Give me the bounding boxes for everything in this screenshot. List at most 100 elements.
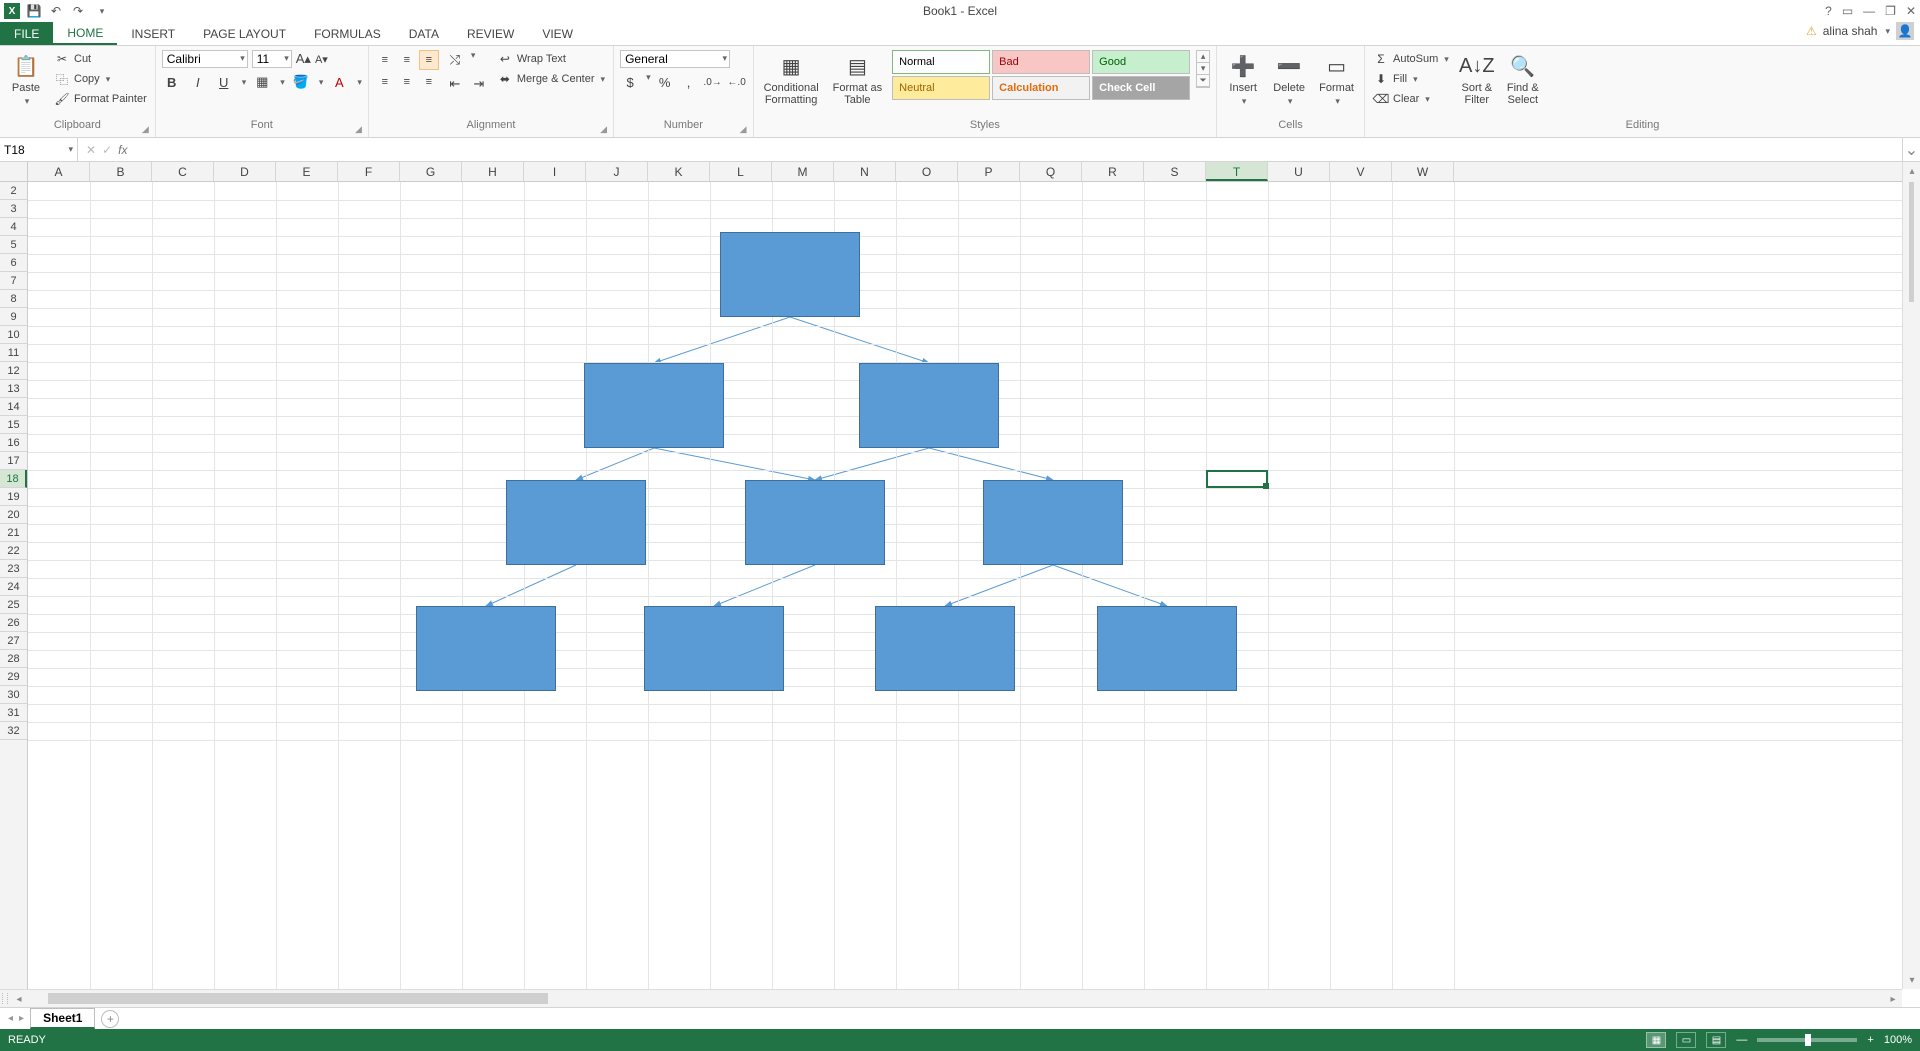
row-header[interactable]: 19	[0, 488, 27, 506]
row-header[interactable]: 29	[0, 668, 27, 686]
row-header[interactable]: 12	[0, 362, 27, 380]
qat-customize-icon[interactable]: ▾	[94, 3, 110, 19]
fill-button[interactable]: ⬇Fill▾	[1371, 70, 1451, 88]
undo-icon[interactable]: ↶	[48, 3, 64, 19]
row-header[interactable]: 17	[0, 452, 27, 470]
wrap-text-button[interactable]: ↩Wrap Text	[495, 50, 607, 68]
row-header[interactable]: 15	[0, 416, 27, 434]
sheet-nav[interactable]: ◂▸	[8, 1013, 24, 1024]
zoom-level[interactable]: 100%	[1884, 1034, 1912, 1046]
row-header[interactable]: 16	[0, 434, 27, 452]
diagram-box[interactable]	[720, 232, 860, 317]
tab-file[interactable]: FILE	[0, 22, 53, 45]
italic-button[interactable]: I	[188, 72, 208, 92]
paste-button[interactable]: 📋 Paste ▾	[6, 50, 46, 109]
row-header[interactable]: 8	[0, 290, 27, 308]
diagram-box[interactable]	[644, 606, 784, 691]
diagram-box[interactable]	[875, 606, 1015, 691]
increase-decimal-icon[interactable]: .0→	[703, 72, 723, 92]
cancel-formula-icon[interactable]: ✕	[86, 143, 96, 157]
style-bad[interactable]: Bad	[992, 50, 1090, 74]
fill-color-icon[interactable]: 🪣	[291, 72, 311, 92]
bold-button[interactable]: B	[162, 72, 182, 92]
vertical-scrollbar[interactable]: ▴ ▾	[1902, 162, 1920, 989]
copy-button[interactable]: ⿻Copy▾	[52, 70, 149, 88]
style-good[interactable]: Good	[1092, 50, 1190, 74]
style-normal[interactable]: Normal	[892, 50, 990, 74]
row-header[interactable]: 30	[0, 686, 27, 704]
scroll-right-icon[interactable]: ▸	[1884, 990, 1902, 1008]
column-header[interactable]: O	[896, 162, 958, 181]
row-header[interactable]: 31	[0, 704, 27, 722]
style-neutral[interactable]: Neutral	[892, 76, 990, 100]
row-header[interactable]: 4	[0, 218, 27, 236]
account-dropdown-icon[interactable]: ▾	[1885, 26, 1890, 37]
autosum-button[interactable]: ΣAutoSum▾	[1371, 50, 1451, 68]
align-right-icon[interactable]: ≡	[419, 72, 439, 92]
row-header[interactable]: 23	[0, 560, 27, 578]
account-area[interactable]: ⚠ alina shah ▾ 👤	[1806, 22, 1914, 40]
view-page-layout-icon[interactable]: ▭	[1676, 1032, 1696, 1048]
fx-icon[interactable]: fx	[118, 143, 127, 157]
row-header[interactable]: 10	[0, 326, 27, 344]
column-header[interactable]: A	[28, 162, 90, 181]
find-select-button[interactable]: 🔍Find & Select	[1503, 50, 1543, 108]
row-header[interactable]: 11	[0, 344, 27, 362]
paste-dropdown-icon[interactable]: ▾	[25, 96, 30, 107]
view-page-break-icon[interactable]: ▤	[1706, 1032, 1726, 1048]
hscroll-split-handle[interactable]	[2, 993, 8, 1004]
column-header[interactable]: T	[1206, 162, 1268, 181]
diagram-box[interactable]	[506, 480, 646, 565]
cell-styles-gallery[interactable]: Normal Bad Good Neutral Calculation Chec…	[892, 50, 1190, 100]
format-as-table-button[interactable]: ▤Format as Table	[829, 50, 887, 108]
name-box[interactable]: T18▾	[0, 138, 78, 161]
new-sheet-button[interactable]: +	[101, 1010, 119, 1028]
style-check-cell[interactable]: Check Cell	[1092, 76, 1190, 100]
expand-formula-bar-icon[interactable]: ⌄	[1902, 138, 1920, 161]
diagram-box[interactable]	[983, 480, 1123, 565]
zoom-slider[interactable]	[1757, 1038, 1857, 1042]
column-header[interactable]: K	[648, 162, 710, 181]
clear-button[interactable]: ⌫Clear▾	[1371, 90, 1451, 108]
styles-gallery-scroll[interactable]: ▴▾⏷	[1196, 50, 1210, 88]
ribbon-options-icon[interactable]: ▭	[1842, 4, 1853, 18]
row-header[interactable]: 5	[0, 236, 27, 254]
shrink-font-icon[interactable]: A▾	[315, 53, 328, 66]
row-header[interactable]: 25	[0, 596, 27, 614]
font-name-combo[interactable]: Calibri▾	[162, 50, 248, 68]
vscroll-thumb[interactable]	[1909, 182, 1914, 302]
row-header[interactable]: 13	[0, 380, 27, 398]
accounting-icon[interactable]: $	[620, 72, 640, 92]
row-header[interactable]: 18	[0, 470, 27, 488]
row-header[interactable]: 27	[0, 632, 27, 650]
hscroll-thumb[interactable]	[48, 993, 548, 1004]
diagram-arrow[interactable]	[654, 317, 790, 363]
zoom-knob[interactable]	[1805, 1034, 1811, 1046]
restore-icon[interactable]: ❐	[1885, 4, 1896, 18]
minimize-icon[interactable]: —	[1863, 4, 1875, 18]
column-header[interactable]: D	[214, 162, 276, 181]
sheet-tab-sheet1[interactable]: Sheet1	[30, 1008, 95, 1029]
merge-center-button[interactable]: ⬌Merge & Center▾	[495, 70, 607, 88]
formula-input[interactable]	[135, 138, 1902, 161]
number-format-combo[interactable]: General▾	[620, 50, 730, 68]
scroll-down-icon[interactable]: ▾	[1903, 971, 1920, 989]
tab-view[interactable]: VIEW	[528, 22, 587, 45]
save-icon[interactable]: 💾	[26, 3, 42, 19]
row-header[interactable]: 3	[0, 200, 27, 218]
tab-data[interactable]: DATA	[395, 22, 453, 45]
zoom-in-icon[interactable]: +	[1867, 1034, 1873, 1046]
diagram-box[interactable]	[745, 480, 885, 565]
tab-home[interactable]: HOME	[53, 22, 117, 45]
row-header[interactable]: 6	[0, 254, 27, 272]
diagram-box[interactable]	[1097, 606, 1237, 691]
view-normal-icon[interactable]: ▦	[1646, 1032, 1666, 1048]
row-header[interactable]: 14	[0, 398, 27, 416]
column-header[interactable]: V	[1330, 162, 1392, 181]
percent-icon[interactable]: %	[655, 72, 675, 92]
scroll-up-icon[interactable]: ▴	[1903, 162, 1920, 180]
format-painter-button[interactable]: 🖌Format Painter	[52, 90, 149, 108]
select-all-corner[interactable]	[0, 162, 28, 182]
row-header[interactable]: 26	[0, 614, 27, 632]
zoom-out-icon[interactable]: —	[1736, 1034, 1747, 1046]
